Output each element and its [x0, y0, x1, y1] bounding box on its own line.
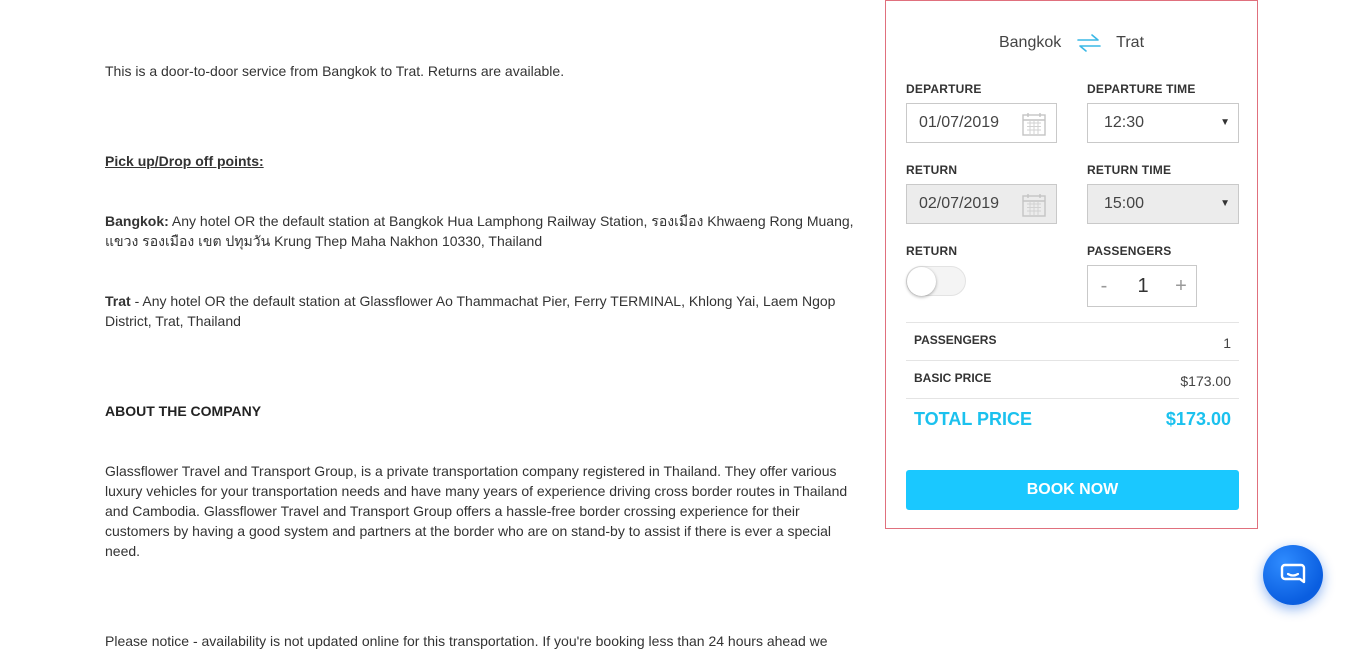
return-toggle[interactable] — [906, 266, 966, 296]
passengers-label: PASSENGERS — [1087, 244, 1172, 258]
from-city: Bangkok — [998, 34, 1062, 51]
chat-button[interactable] — [1263, 545, 1323, 605]
route-header: Bangkok Trat — [886, 33, 1257, 53]
bangkok-text: Any hotel OR the default station at Bang… — [105, 213, 854, 249]
bangkok-label: Bangkok: — [105, 213, 169, 229]
summary-passengers-row: PASSENGERS 1 — [906, 322, 1239, 360]
toggle-knob — [907, 267, 936, 296]
about-text: Glassflower Travel and Transport Group, … — [105, 463, 848, 559]
booking-panel: Bangkok Trat DEPARTURE 01/07/2019 DEPART… — [885, 0, 1258, 529]
departure-time-select[interactable]: 12:30 ▼ — [1087, 103, 1239, 143]
summary-passengers-value: 1 — [1223, 335, 1231, 351]
pickup-title: Pick up/Drop off points: — [105, 153, 264, 169]
return-time-value: 15:00 — [1104, 195, 1145, 212]
passenger-count[interactable]: 1 — [1128, 266, 1158, 306]
summary-total-row: TOTAL PRICE $173.00 — [906, 398, 1239, 438]
return-date-value: 02/07/2019 — [919, 195, 1000, 212]
bangkok-paragraph: Bangkok: Any hotel OR the default statio… — [105, 211, 855, 251]
departure-label: DEPARTURE — [906, 82, 982, 96]
trat-paragraph: Trat - Any hotel OR the default station … — [105, 291, 855, 331]
chevron-down-icon: ▼ — [1220, 198, 1230, 209]
departure-time-label: DEPARTURE TIME — [1087, 82, 1196, 96]
summary-basic-price-row: BASIC PRICE $173.00 — [906, 360, 1239, 398]
calendar-icon — [1022, 194, 1046, 217]
departure-date-field[interactable]: 01/07/2019 — [906, 103, 1057, 143]
chat-bubble-icon — [1280, 563, 1306, 584]
about-title: ABOUT THE COMPANY — [105, 403, 262, 419]
to-city: Trat — [1116, 34, 1145, 51]
page: This is a door-to-door service from Bang… — [0, 0, 1349, 657]
return-date-field[interactable]: 02/07/2019 — [906, 184, 1057, 224]
departure-date-value: 01/07/2019 — [919, 114, 1000, 131]
total-price-label: TOTAL PRICE — [914, 409, 1033, 429]
intro-text: This is a door-to-door service from Bang… — [105, 63, 565, 79]
basic-price-value: $173.00 — [1180, 373, 1231, 389]
departure-time-value: 12:30 — [1104, 114, 1145, 131]
trat-label: Trat — [105, 293, 131, 309]
return-toggle-label: RETURN — [906, 244, 958, 258]
return-label: RETURN — [906, 163, 958, 177]
total-price-value: $173.00 — [1165, 409, 1231, 429]
notice-text: Please notice - availability is not upda… — [105, 633, 828, 649]
return-time-label: RETURN TIME — [1087, 163, 1172, 177]
summary-passengers-label: PASSENGERS — [914, 333, 997, 347]
swap-arrows-icon[interactable] — [1076, 33, 1102, 53]
return-time-select[interactable]: 15:00 ▼ — [1087, 184, 1239, 224]
passenger-stepper: - 1 + — [1087, 265, 1197, 307]
decrement-button[interactable]: - — [1098, 266, 1110, 306]
chevron-down-icon: ▼ — [1220, 117, 1230, 128]
book-now-button[interactable]: BOOK NOW — [906, 470, 1239, 510]
basic-price-label: BASIC PRICE — [914, 371, 992, 385]
trat-text: - Any hotel OR the default station at Gl… — [105, 293, 836, 329]
calendar-icon — [1022, 113, 1046, 136]
increment-button[interactable]: + — [1174, 266, 1188, 306]
